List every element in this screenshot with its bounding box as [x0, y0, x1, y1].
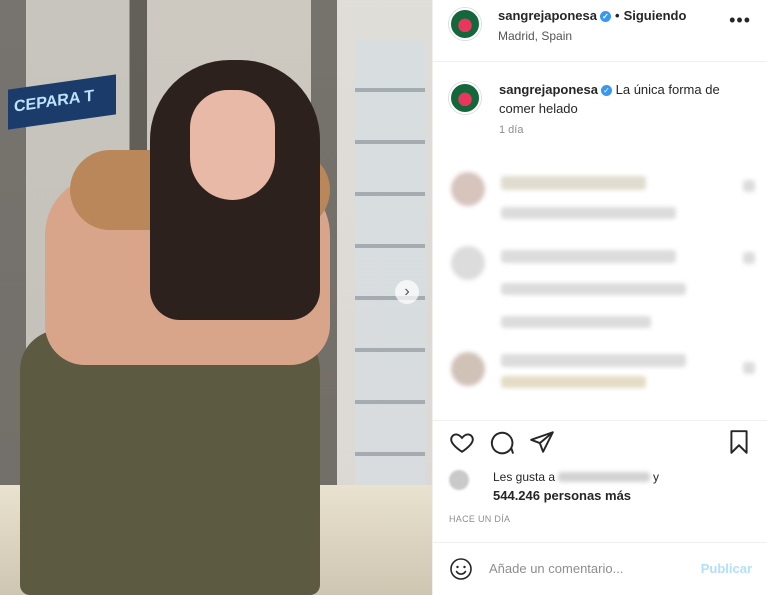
likes-prefix: Les gusta a [493, 470, 556, 484]
person-pants [20, 330, 320, 595]
avatar[interactable] [449, 8, 481, 40]
verified-badge-icon: ✓ [600, 11, 611, 22]
likes-suffix: y [653, 470, 660, 484]
post-header: sangrejaponesa ✓ • Siguiendo Madrid, Spain … [433, 0, 767, 62]
comment-line [501, 250, 676, 263]
next-photo-button[interactable]: › [395, 280, 419, 304]
caption-username[interactable]: sangrejaponesa [499, 82, 598, 97]
comment-avatar-2 [451, 246, 485, 280]
location-link[interactable]: Madrid, Spain [498, 29, 572, 43]
comment-line [501, 376, 646, 388]
following-button[interactable]: Siguiendo [624, 8, 687, 23]
post-sidebar: sangrejaponesa ✓ • Siguiendo Madrid, Spain … [432, 0, 767, 595]
comment-avatar-1 [451, 172, 485, 206]
header-user-line: sangrejaponesa ✓ • Siguiendo [498, 8, 686, 23]
likes-line: Les gusta a y [493, 470, 659, 484]
likes-count[interactable]: 544.246 personas más [493, 488, 631, 503]
caption-time: 1 día [499, 124, 524, 136]
bookmark-icon[interactable] [726, 429, 752, 455]
comment-line [501, 316, 651, 328]
person-face [190, 90, 275, 200]
comment-line [501, 354, 686, 367]
comment-icon[interactable] [489, 429, 515, 455]
username-link[interactable]: sangrejaponesa [498, 8, 597, 23]
comment-line [501, 283, 686, 295]
comment-like-icon [743, 180, 755, 192]
heart-icon[interactable] [449, 429, 475, 455]
comment-input[interactable]: Añade un comentario... [489, 561, 623, 576]
comment-line [501, 176, 646, 190]
comment-avatar-3 [451, 352, 485, 386]
verified-badge-icon: ✓ [601, 85, 612, 96]
liker-name-blurred [558, 472, 651, 482]
publish-button[interactable]: Publicar [701, 561, 752, 576]
share-icon[interactable] [529, 429, 555, 455]
caption-block: sangrejaponesa ✓ La única forma de comer … [433, 72, 767, 136]
liker-avatar [449, 470, 469, 490]
post-photo[interactable]: CEPARA T › [0, 0, 432, 595]
emoji-icon[interactable] [449, 557, 473, 581]
more-horizontal-icon[interactable]: ••• [729, 10, 751, 31]
separator-dot: • [615, 8, 620, 23]
comment-like-icon [743, 252, 755, 264]
comment-composer: Añade un comentario... Publicar [433, 542, 767, 595]
caption-avatar[interactable] [449, 82, 481, 114]
post-timestamp: HACE UN DÍA [449, 514, 511, 524]
caption-text: sangrejaponesa ✓ La única forma de comer … [499, 72, 739, 118]
comment-like-icon [743, 362, 755, 374]
comment-line [501, 207, 676, 219]
